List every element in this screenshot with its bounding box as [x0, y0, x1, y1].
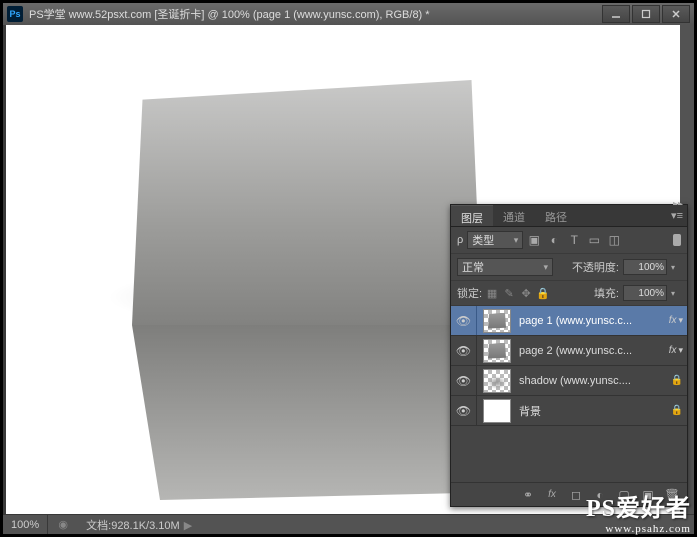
- minimize-button[interactable]: [602, 5, 630, 23]
- fill-label: 填充:: [594, 285, 619, 301]
- opacity-input[interactable]: 100%: [623, 259, 667, 275]
- layer-name[interactable]: page 1 (www.yunsc.c...: [517, 315, 669, 327]
- watermark: PS爱好者 www.psahz.com: [586, 488, 691, 535]
- layer-thumbnail[interactable]: [483, 399, 511, 423]
- filter-type-icon[interactable]: T: [567, 233, 581, 247]
- layer-row[interactable]: 👁 page 1 (www.yunsc.c...fx▾: [451, 306, 687, 336]
- layer-thumbnail[interactable]: [483, 369, 511, 393]
- lock-position-icon[interactable]: ✥: [520, 287, 532, 300]
- lock-icon: 🔒: [671, 375, 683, 386]
- visibility-toggle[interactable]: 👁: [451, 306, 477, 335]
- fx-expand-icon[interactable]: ▾: [678, 315, 683, 326]
- opacity-label: 不透明度:: [572, 259, 619, 275]
- visibility-toggle[interactable]: 👁: [451, 336, 477, 365]
- layer-name[interactable]: 背景: [517, 403, 667, 419]
- link-layers-icon[interactable]: ⚭: [521, 488, 535, 502]
- layer-row[interactable]: 👁 背景 🔒: [451, 396, 687, 426]
- layer-filter-icons: ▣ ◐ T ▭ ◫: [527, 233, 621, 247]
- layer-thumbnail[interactable]: [483, 309, 511, 333]
- tab-paths[interactable]: 路径: [535, 205, 577, 226]
- app-icon: Ps: [7, 6, 23, 22]
- artwork-page-bottom: [132, 325, 482, 500]
- lock-pixels-icon[interactable]: ✎: [503, 287, 515, 300]
- layer-fx-badge[interactable]: fx: [669, 345, 677, 356]
- layer-mask-icon[interactable]: ◻: [569, 488, 583, 502]
- globe-icon: ◉: [48, 518, 78, 531]
- blend-mode-select[interactable]: 正常▾: [457, 258, 553, 276]
- watermark-text: PS爱好者: [586, 488, 691, 523]
- lock-icon: 🔒: [671, 405, 683, 416]
- fx-expand-icon[interactable]: ▾: [678, 345, 683, 356]
- opacity-slider-icon[interactable]: ▾: [671, 263, 681, 272]
- filter-shape-icon[interactable]: ▭: [587, 233, 601, 247]
- zoom-level[interactable]: 100%: [3, 515, 48, 534]
- layer-filter-type-select[interactable]: 类型▾: [467, 231, 523, 249]
- lock-all-icon[interactable]: 🔒: [537, 287, 549, 300]
- filter-adjust-icon[interactable]: ◐: [547, 233, 561, 247]
- artwork-page-top: [132, 80, 482, 325]
- watermark-url: www.psahz.com: [586, 523, 691, 535]
- layers-panel: ▸▸ 图层 通道 路径 ▾≡ ρ 类型▾ ▣ ◐ T ▭ ◫ 正常▾ 不透明度:…: [450, 204, 688, 507]
- tab-channels[interactable]: 通道: [493, 205, 535, 226]
- layer-thumbnail[interactable]: [483, 339, 511, 363]
- lock-label: 锁定:: [457, 285, 482, 301]
- doc-info-dropdown-icon[interactable]: ▶: [184, 520, 192, 532]
- close-button[interactable]: [662, 5, 690, 23]
- filter-smart-icon[interactable]: ◫: [607, 233, 621, 247]
- lock-transparent-icon[interactable]: ▦: [486, 287, 498, 300]
- fill-input[interactable]: 100%: [623, 285, 667, 301]
- filter-toggle-switch[interactable]: [673, 234, 681, 246]
- visibility-toggle[interactable]: 👁: [451, 396, 477, 425]
- panel-menu-icon[interactable]: ▾≡: [671, 209, 683, 222]
- filter-pixel-icon[interactable]: ▣: [527, 233, 541, 247]
- layer-row[interactable]: 👁 page 2 (www.yunsc.c...fx▾: [451, 336, 687, 366]
- layer-row[interactable]: 👁 shadow (www.yunsc.... 🔒: [451, 366, 687, 396]
- layer-name[interactable]: page 2 (www.yunsc.c...: [517, 345, 669, 357]
- window-titlebar: Ps PS学堂 www.52psxt.com [圣诞折卡] @ 100% (pa…: [3, 3, 694, 25]
- layer-name[interactable]: shadow (www.yunsc....: [517, 375, 667, 387]
- fill-slider-icon[interactable]: ▾: [671, 289, 681, 298]
- visibility-toggle[interactable]: 👁: [451, 366, 477, 395]
- layer-fx-badge[interactable]: fx: [669, 315, 677, 326]
- layer-fx-icon[interactable]: fx: [545, 489, 559, 500]
- maximize-button[interactable]: [632, 5, 660, 23]
- window-title: PS学堂 www.52psxt.com [圣诞折卡] @ 100% (page …: [29, 6, 602, 22]
- tab-layers[interactable]: 图层: [451, 205, 493, 226]
